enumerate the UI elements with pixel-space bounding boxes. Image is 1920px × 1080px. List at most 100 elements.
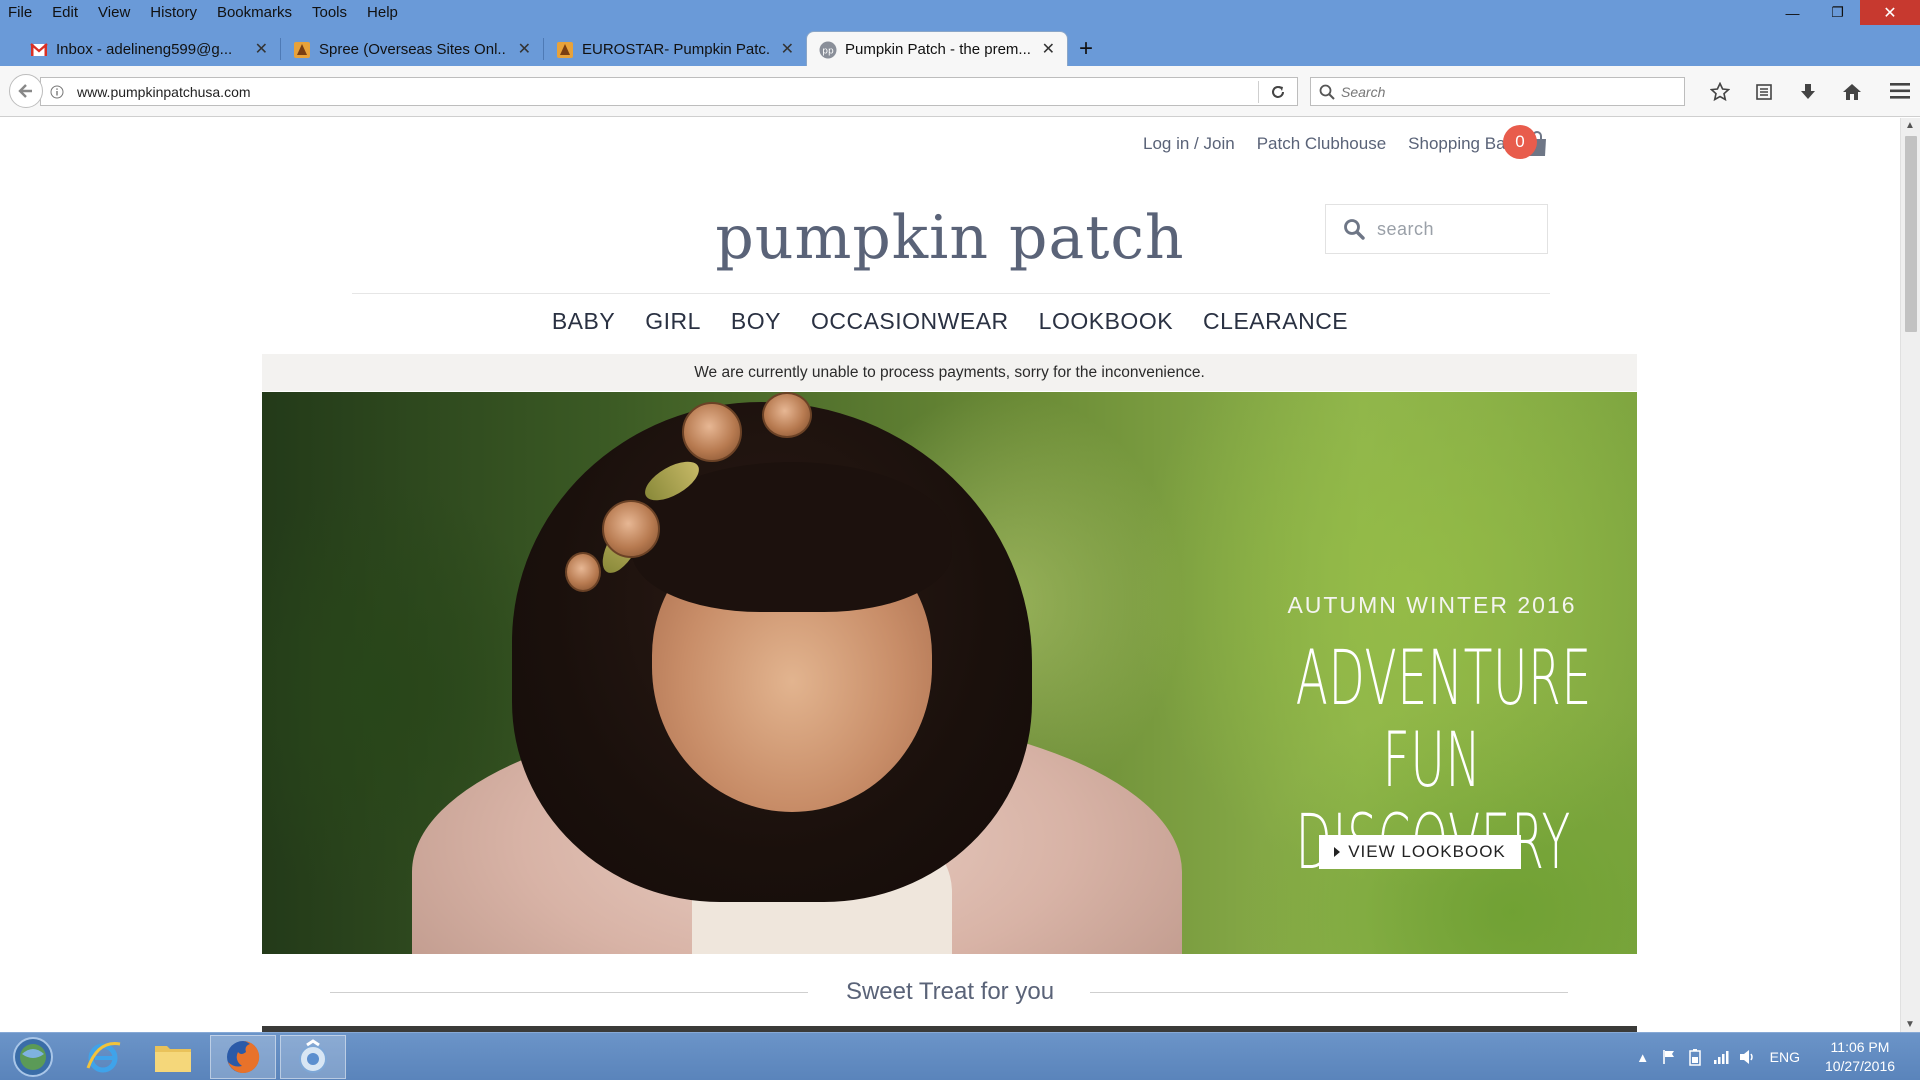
page-scrollbar[interactable]: ▲ ▼ <box>1900 118 1920 1032</box>
tab-spree[interactable]: Spree (Overseas Sites Onl... ✕ <box>281 32 543 66</box>
navigation-toolbar: www.pumpkinpatchusa.com Search <box>0 66 1920 117</box>
menu-file[interactable]: File <box>2 4 38 21</box>
taskbar-firefox[interactable] <box>210 1035 276 1079</box>
plus-icon: + <box>1078 35 1093 62</box>
browser-titlebar: File Edit View History Bookmarks Tools H… <box>0 0 1920 66</box>
window-close-button[interactable]: ✕ <box>1860 0 1920 25</box>
bookmark-star-icon[interactable] <box>1698 78 1742 106</box>
internet-explorer-icon <box>86 1042 121 1073</box>
search-placeholder: Search <box>1341 83 1386 100</box>
toolbar-icons <box>1698 78 1874 106</box>
hero-banner[interactable]: AUTUMN WINTER 2016 ADVENTURE FUN DISCOVE… <box>262 392 1637 954</box>
view-lookbook-button[interactable]: VIEW LOOKBOOK <box>1319 835 1521 869</box>
hero-photo-rose <box>602 500 660 558</box>
nav-occasionwear[interactable]: OCCASIONWEAR <box>811 308 1009 335</box>
download-icon[interactable] <box>1786 78 1830 106</box>
search-icon <box>1319 84 1335 100</box>
site-logo[interactable]: pumpkin patch <box>0 203 1900 273</box>
tab-close-icon[interactable]: ✕ <box>1042 39 1055 59</box>
scrollbar-thumb[interactable] <box>1905 136 1917 332</box>
menu-hamburger-icon[interactable] <box>1890 82 1910 105</box>
bag-count-badge: 0 <box>1503 125 1537 159</box>
url-text[interactable]: www.pumpkinpatchusa.com <box>73 84 1258 100</box>
section-title: Sweet Treat for you <box>845 978 1055 1005</box>
firefox-icon <box>227 1040 260 1073</box>
back-button[interactable] <box>9 74 43 108</box>
hero-photo-rose <box>682 402 742 462</box>
reload-icon[interactable] <box>1259 84 1297 100</box>
tab-close-icon[interactable]: ✕ <box>781 39 794 59</box>
system-tray: ▲ ENG 11:06 PM 10/27/2016 <box>1630 1033 1920 1080</box>
volume-icon[interactable] <box>1734 1049 1760 1065</box>
main-navigation: BABY GIRL BOY OCCASIONWEAR LOOKBOOK CLEA… <box>0 308 1900 335</box>
tab-strip: Inbox - adelineng599@g... ✕ Spree (Overs… <box>18 31 1104 66</box>
tab-close-icon[interactable]: ✕ <box>255 39 268 59</box>
folder-icon <box>155 1046 191 1072</box>
battery-icon[interactable] <box>1682 1048 1708 1066</box>
taskbar-app[interactable] <box>280 1035 346 1079</box>
restore-icon: ❐ <box>1831 4 1844 20</box>
gmail-icon <box>30 43 48 56</box>
hero-subtitle: AUTUMN WINTER 2016 <box>1287 592 1577 618</box>
menu-bar: File Edit View History Bookmarks Tools H… <box>0 0 404 25</box>
account-links: Log in / Join Patch Clubhouse Shopping B… <box>1143 131 1549 157</box>
shopping-bag-link[interactable]: Shopping Bag <box>1408 134 1515 154</box>
tab-close-icon[interactable]: ✕ <box>518 39 531 59</box>
scroll-up-icon[interactable]: ▲ <box>1905 120 1915 131</box>
menu-history[interactable]: History <box>144 4 203 21</box>
site-favicon-icon <box>294 42 310 58</box>
start-button[interactable] <box>0 1035 66 1079</box>
minimize-button[interactable]: — <box>1770 0 1815 25</box>
tab-label: Inbox - adelineng599@g... <box>56 40 233 58</box>
site-info-icon[interactable] <box>41 85 73 99</box>
tab-eurostar[interactable]: EUROSTAR- Pumpkin Patc... ✕ <box>544 32 806 66</box>
nav-lookbook[interactable]: LOOKBOOK <box>1039 308 1173 335</box>
scroll-down-icon[interactable]: ▼ <box>1905 1019 1915 1030</box>
menu-view[interactable]: View <box>92 4 136 21</box>
search-icon <box>1344 219 1365 240</box>
tab-inbox[interactable]: Inbox - adelineng599@g... ✕ <box>18 32 280 66</box>
clock-date: 10/27/2016 <box>1824 1058 1896 1074</box>
back-arrow-icon <box>18 84 32 98</box>
view-lookbook-label: VIEW LOOKBOOK <box>1348 842 1506 861</box>
app-globe-icon <box>299 1039 327 1073</box>
site-search-placeholder: search <box>1377 218 1435 239</box>
login-join-link[interactable]: Log in / Join <box>1143 134 1235 154</box>
new-tab-button[interactable]: + <box>1068 32 1104 66</box>
tab-label: EUROSTAR- Pumpkin Patc... <box>582 40 770 58</box>
browser-search-input[interactable]: Search <box>1310 77 1685 106</box>
taskbar-file-explorer[interactable] <box>140 1035 206 1079</box>
taskbar-internet-explorer[interactable] <box>70 1035 136 1079</box>
input-language[interactable]: ENG <box>1770 1049 1800 1065</box>
system-clock[interactable]: 11:06 PM 10/27/2016 <box>1814 1038 1906 1076</box>
clock-time: 11:06 PM <box>1830 1039 1890 1055</box>
home-icon[interactable] <box>1830 78 1874 106</box>
site-favicon-icon <box>557 42 573 58</box>
nav-clearance[interactable]: CLEARANCE <box>1203 308 1348 335</box>
nav-boy[interactable]: BOY <box>731 308 781 335</box>
play-triangle-icon <box>1334 847 1341 857</box>
minimize-icon: — <box>1785 4 1800 21</box>
tab-pumpkin-patch[interactable]: pp Pumpkin Patch - the prem... ✕ <box>806 31 1068 66</box>
menu-help[interactable]: Help <box>361 4 404 21</box>
menu-bookmarks[interactable]: Bookmarks <box>211 4 298 21</box>
network-signal-icon[interactable] <box>1708 1050 1734 1064</box>
patch-clubhouse-link[interactable]: Patch Clubhouse <box>1257 134 1386 154</box>
site-search-input[interactable]: search <box>1325 204 1548 254</box>
menu-tools[interactable]: Tools <box>306 4 353 21</box>
tab-label: Pumpkin Patch - the prem... <box>845 40 1031 58</box>
close-icon: ✕ <box>1883 4 1897 22</box>
hero-title-line1: ADVENTURE <box>1295 633 1592 722</box>
url-bar[interactable]: www.pumpkinpatchusa.com <box>40 77 1298 106</box>
tab-label: Spree (Overseas Sites Onl... <box>319 40 507 58</box>
nav-baby[interactable]: BABY <box>552 308 615 335</box>
hero-photo-rose <box>762 392 812 438</box>
svg-text:pp: pp <box>822 47 834 57</box>
bookmarks-library-icon[interactable] <box>1742 78 1786 106</box>
hero-photo-rose <box>565 552 601 592</box>
action-center-flag-icon[interactable] <box>1656 1049 1682 1065</box>
show-hidden-icons[interactable]: ▲ <box>1630 1050 1656 1065</box>
nav-girl[interactable]: GIRL <box>645 308 701 335</box>
maximize-button[interactable]: ❐ <box>1815 0 1860 25</box>
menu-edit[interactable]: Edit <box>46 4 84 21</box>
